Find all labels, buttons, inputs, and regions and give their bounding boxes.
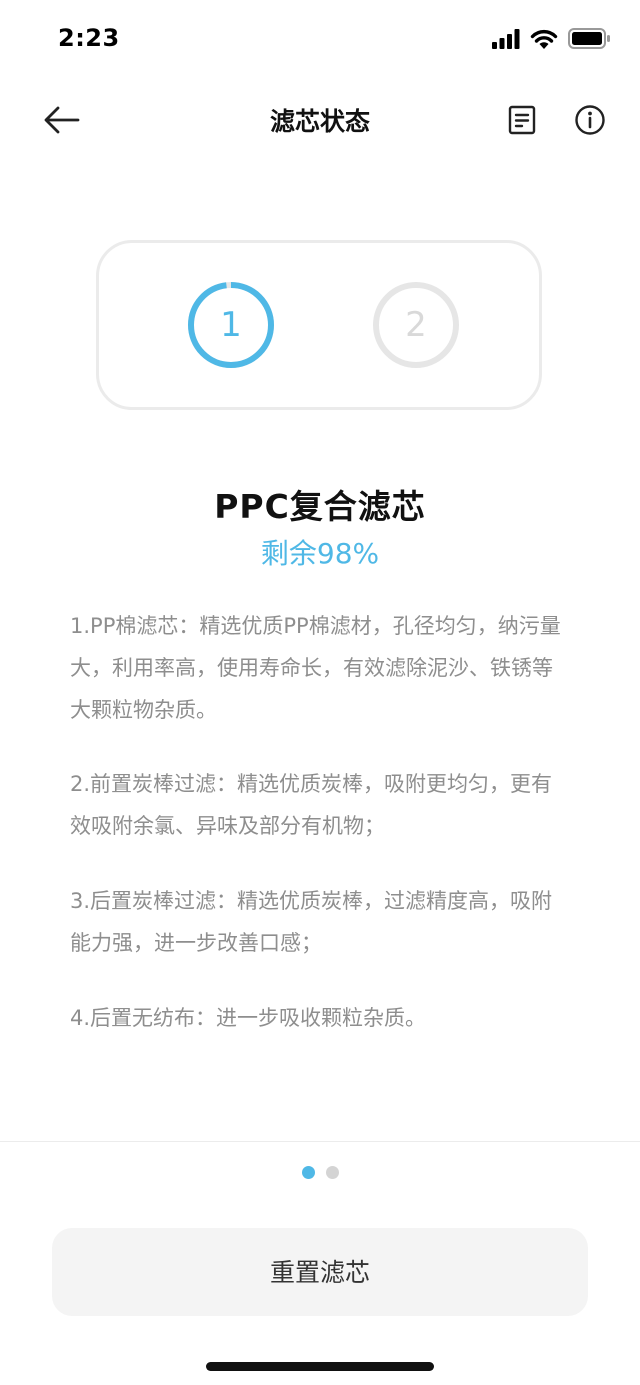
home-indicator[interactable] bbox=[206, 1362, 434, 1371]
page-indicator bbox=[0, 1166, 640, 1179]
filter-description-3: 3.后置炭棒过滤：精选优质炭棒，过滤精度高，吸附能力强，进一步改善口感； bbox=[70, 889, 553, 955]
page-dot-2[interactable] bbox=[325, 1166, 339, 1179]
header: 滤芯状态 bbox=[0, 80, 640, 160]
battery-icon bbox=[568, 28, 610, 49]
document-icon bbox=[508, 105, 536, 135]
info-icon bbox=[575, 105, 605, 135]
filter-slot-1-label: 1 bbox=[220, 305, 242, 345]
page-dot-1[interactable] bbox=[301, 1166, 315, 1179]
filter-description-4: 4.后置无纺布：进一步吸收颗粒杂质。 bbox=[70, 1006, 427, 1030]
status-bar: 2:23 bbox=[0, 0, 640, 80]
page-title: 滤芯状态 bbox=[269, 107, 370, 136]
filter-slot-1[interactable]: 1 bbox=[187, 281, 275, 369]
wifi-icon bbox=[530, 29, 558, 49]
filter-description-1: 1.PP棉滤芯：精选优质PP棉滤材，孔径均匀，纳污量大，利用率高，使用寿命长，有… bbox=[70, 614, 561, 722]
filter-selector-card: 1 2 bbox=[96, 240, 542, 410]
filter-name: PPC复合滤芯 bbox=[214, 487, 426, 526]
status-icons bbox=[492, 28, 610, 49]
filter-remaining: 剩余98% bbox=[260, 537, 380, 570]
reset-filter-button[interactable]: 重置滤芯 bbox=[52, 1228, 588, 1316]
filter-slot-2-label: 2 bbox=[405, 305, 427, 345]
divider bbox=[0, 1141, 640, 1142]
info-button[interactable] bbox=[570, 100, 610, 140]
document-button[interactable] bbox=[502, 100, 542, 140]
filter-description-2: 2.前置炭棒过滤：精选优质炭棒，吸附更均匀，更有效吸附余氯、异味及部分有机物； bbox=[70, 772, 553, 838]
cellular-signal-icon bbox=[492, 28, 520, 49]
status-time: 2:23 bbox=[58, 24, 120, 52]
filter-slot-2[interactable]: 2 bbox=[372, 281, 460, 369]
